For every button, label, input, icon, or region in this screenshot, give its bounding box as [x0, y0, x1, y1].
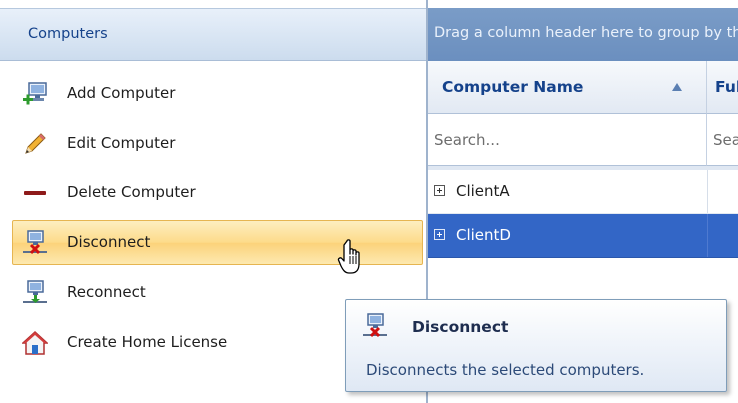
reconnect-label: Reconnect	[67, 283, 146, 301]
column-header-full-name[interactable]: Full Name	[707, 61, 738, 114]
panel-title: Computers	[28, 26, 108, 42]
search-input[interactable]	[707, 114, 738, 165]
expand-icon[interactable]	[434, 185, 445, 196]
pencil-icon	[25, 133, 46, 154]
tooltip-title: Disconnect	[412, 318, 509, 336]
add-computer-button[interactable]: Add Computer	[12, 71, 423, 116]
minus-icon	[24, 191, 46, 195]
edit-computer-button[interactable]: Edit Computer	[12, 121, 423, 166]
disconnect-label: Disconnect	[67, 233, 151, 251]
computer-name-cell: ClientD	[456, 226, 511, 244]
group-by-panel[interactable]: Drag a column header here to group by th…	[428, 8, 738, 61]
tooltip-description: Disconnects the selected computers.	[366, 361, 645, 379]
add-computer-icon	[23, 82, 47, 105]
delete-computer-button[interactable]: Delete Computer	[12, 170, 423, 215]
column-header-label: Full Name	[715, 78, 738, 96]
cell-divider	[707, 170, 708, 213]
home-icon	[22, 330, 48, 355]
disconnect-icon	[363, 313, 387, 338]
disconnect-tooltip: Disconnect Disconnects the selected comp…	[345, 299, 727, 392]
cell-divider	[707, 214, 708, 257]
search-filter-full-name[interactable]	[707, 114, 738, 166]
column-header-label: Computer Name	[442, 78, 584, 96]
disconnect-icon	[23, 230, 47, 255]
group-by-hint: Drag a column header here to group by th…	[434, 25, 738, 41]
delete-computer-label: Delete Computer	[67, 183, 196, 201]
expand-icon[interactable]	[434, 229, 445, 240]
create-home-license-label: Create Home License	[67, 333, 228, 351]
table-row[interactable]: ClientA	[428, 170, 738, 214]
reconnect-icon	[23, 280, 47, 303]
search-input[interactable]	[428, 114, 706, 165]
column-header-computer-name[interactable]: Computer Name	[428, 61, 707, 114]
sort-ascending-icon	[672, 83, 682, 91]
table-row[interactable]: ClientD	[428, 214, 738, 258]
panel-header: Computers	[0, 8, 426, 61]
edit-computer-label: Edit Computer	[67, 134, 176, 152]
hand-cursor-icon	[337, 239, 360, 274]
add-computer-label: Add Computer	[67, 84, 176, 102]
computer-name-cell: ClientA	[456, 182, 510, 200]
search-filter-computer-name[interactable]	[428, 114, 707, 166]
